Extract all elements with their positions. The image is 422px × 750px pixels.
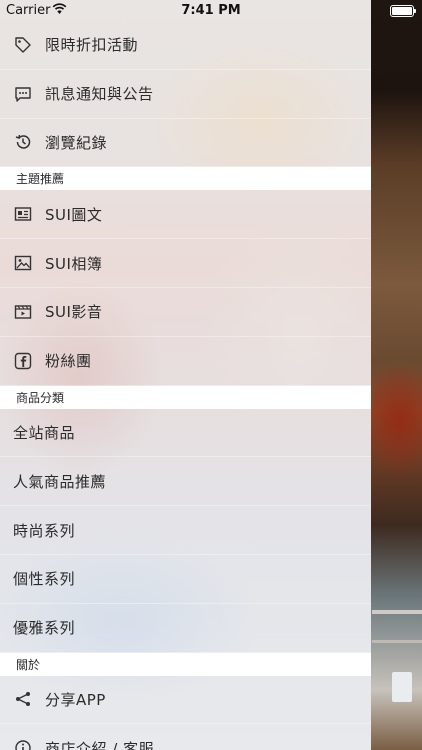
menu-item-label: 瀏覽紀錄: [45, 133, 108, 152]
menu-item-label: 限時折扣活動: [45, 36, 139, 55]
menu-item-label: 個性系列: [13, 570, 76, 589]
tag-icon: [13, 35, 33, 55]
facebook-icon: [13, 351, 33, 371]
status-bar: Carrier 7:41 PM: [0, 0, 422, 22]
menu-item-label: 粉絲團: [45, 352, 92, 371]
menu-item-label: 優雅系列: [13, 619, 76, 638]
menu-item-sui-album[interactable]: SUI相簿: [0, 239, 371, 288]
menu-item-sui-video[interactable]: SUI影音: [0, 288, 371, 337]
menu-item-popular-products[interactable]: 人氣商品推薦: [0, 457, 371, 507]
menu-item-label: SUI圖文: [45, 205, 103, 224]
side-menu-drawer: 限時折扣活動 訊息通知與公告 瀏覽紀錄 主題推薦 SUI圖文 SUI相簿 SUI…: [0, 0, 371, 750]
menu-item-label: SUI相簿: [45, 254, 103, 273]
menu-item-label: 時尚系列: [13, 521, 76, 540]
menu-item-personality-series[interactable]: 個性系列: [0, 555, 371, 604]
background-shelf: [372, 610, 422, 614]
menu-item-label: SUI影音: [45, 303, 103, 322]
menu-item-discount[interactable]: 限時折扣活動: [0, 21, 371, 70]
menu-item-store-info[interactable]: 商店介紹 / 客服: [0, 724, 371, 750]
section-header-categories: 商品分類: [0, 385, 371, 409]
menu-item-notifications[interactable]: 訊息通知與公告: [0, 70, 371, 119]
menu-item-fashion-series[interactable]: 時尚系列: [0, 506, 371, 555]
background-cup: [392, 672, 412, 702]
menu-item-label: 商店介紹 / 客服: [45, 739, 155, 750]
section-header-about: 關於: [0, 652, 371, 676]
background-shelf: [372, 640, 422, 643]
video-icon: [13, 302, 33, 322]
share-icon: [13, 689, 33, 709]
section-header-featured: 主題推薦: [0, 167, 371, 191]
status-time: 7:41 PM: [181, 3, 241, 18]
photo-icon: [13, 253, 33, 273]
menu-item-sui-article[interactable]: SUI圖文: [0, 190, 371, 240]
article-icon: [13, 204, 33, 224]
battery-icon: [390, 5, 416, 17]
menu-item-elegant-series[interactable]: 優雅系列: [0, 604, 371, 653]
menu-item-fan-page[interactable]: 粉絲團: [0, 337, 371, 386]
info-icon: [13, 738, 33, 750]
menu-item-label: 分享APP: [45, 690, 106, 709]
menu-item-all-products[interactable]: 全站商品: [0, 409, 371, 458]
menu-item-label: 訊息通知與公告: [45, 85, 154, 104]
history-icon: [13, 132, 33, 152]
menu-item-share-app[interactable]: 分享APP: [0, 676, 371, 725]
menu-item-history[interactable]: 瀏覽紀錄: [0, 119, 371, 168]
message-icon: [13, 84, 33, 104]
menu-item-label: 全站商品: [13, 423, 76, 442]
menu-item-label: 人氣商品推薦: [13, 472, 107, 491]
